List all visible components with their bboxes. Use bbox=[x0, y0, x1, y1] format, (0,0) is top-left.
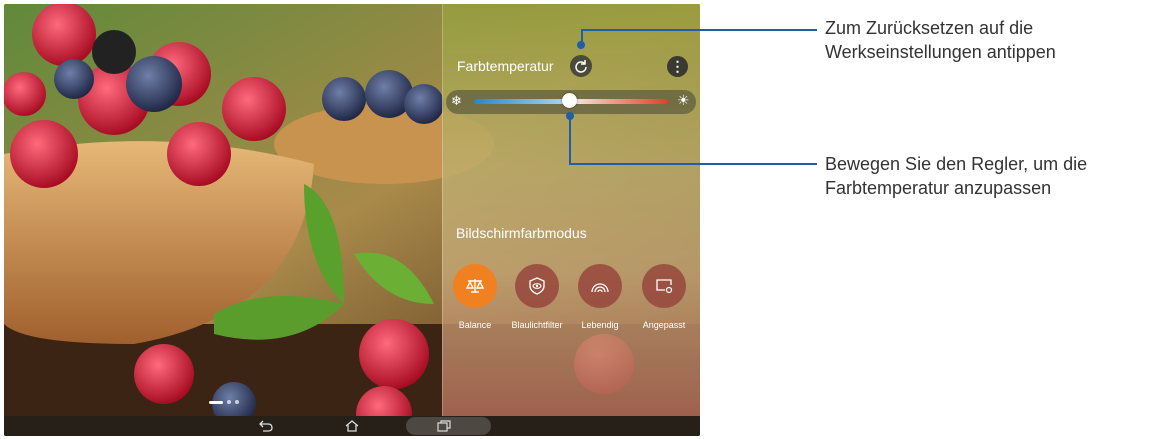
page-dot bbox=[235, 400, 239, 404]
mode-label: Angepasst bbox=[642, 320, 686, 330]
home-icon[interactable] bbox=[340, 416, 364, 436]
sun-icon: ☀ bbox=[677, 92, 690, 108]
screen-color-mode-title: Bildschirmfarbmodus bbox=[456, 225, 587, 241]
recents-icon[interactable] bbox=[432, 416, 456, 436]
slider-thumb[interactable] bbox=[562, 93, 577, 108]
mode-custom[interactable]: Angepasst bbox=[634, 264, 694, 330]
callout-slider-line-2: Farbtemperatur anzupassen bbox=[825, 178, 1052, 198]
device-screen bbox=[4, 4, 700, 436]
reset-button[interactable] bbox=[570, 55, 592, 77]
mode-balance[interactable]: Balance bbox=[445, 264, 505, 330]
callout-reset-line bbox=[581, 29, 817, 31]
more-options-button[interactable]: ⋮ bbox=[667, 56, 688, 77]
page-dot bbox=[227, 400, 231, 404]
snowflake-icon: ❄ bbox=[451, 93, 462, 108]
mode-label: Blaulichtfilter bbox=[511, 320, 563, 330]
callout-slider-text: Bewegen Sie den Regler, um die Farbtempe… bbox=[825, 152, 1087, 200]
mode-blue-light-filter[interactable]: Blaulichtfilter bbox=[507, 264, 567, 330]
callout-slider-line-vertical bbox=[569, 116, 571, 164]
callout-slider-line bbox=[569, 163, 817, 165]
mode-label: Balance bbox=[458, 320, 492, 330]
back-icon[interactable] bbox=[254, 416, 278, 436]
callout-slider-line-1: Bewegen Sie den Regler, um die bbox=[825, 154, 1088, 174]
callout-reset-text: Zum Zurücksetzen auf die Werkseinstellun… bbox=[825, 16, 1056, 64]
more-vert-icon: ⋮ bbox=[670, 58, 685, 74]
mode-vivid[interactable]: Lebendig bbox=[570, 264, 630, 330]
eye-shield-icon bbox=[515, 264, 559, 308]
callout-reset-line-2: Werkseinstellungen antippen bbox=[825, 42, 1056, 62]
color-temperature-title: Farbtemperatur bbox=[457, 58, 554, 74]
custom-screen-icon bbox=[642, 264, 686, 308]
navigation-bar bbox=[4, 416, 700, 436]
page-indicator bbox=[209, 400, 239, 404]
rainbow-icon bbox=[578, 264, 622, 308]
balance-scale-icon bbox=[453, 264, 497, 308]
callout-reset-line-vertical bbox=[581, 29, 583, 43]
reset-icon bbox=[575, 60, 587, 73]
mode-label: Lebendig bbox=[581, 320, 619, 330]
page-dot-active bbox=[209, 400, 223, 404]
callout-reset-line-1: Zum Zurücksetzen auf die bbox=[825, 18, 1034, 38]
